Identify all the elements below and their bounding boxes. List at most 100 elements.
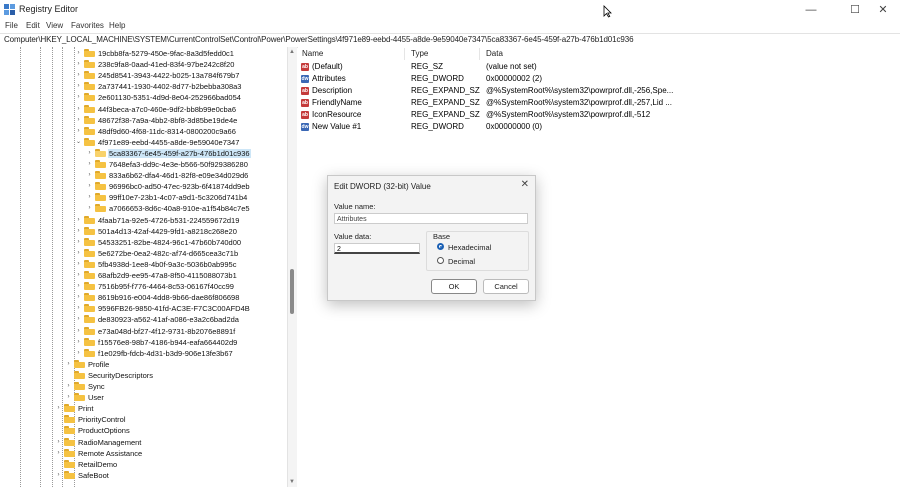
tree-item[interactable]: › 2e601130-5351-4d9d-8e04-252966bad054 — [0, 92, 287, 103]
tree-item-label[interactable]: 8619b916-e004-4dd8-9b66-dae86f806698 — [97, 293, 240, 302]
tree-item[interactable]: › 5fb4938d-1ee8-4b0f-9a3c-5036b0ab995c — [0, 259, 287, 270]
tree-item-label[interactable]: f1e029fb-fdcb-4d31-b3d9-906e13fe3b67 — [97, 349, 234, 358]
tree-item[interactable]: › 8619b916-e004-4dd8-9b66-dae86f806698 — [0, 292, 287, 303]
tree-item-label[interactable]: 833a6b62-dfa4-46d1-82f8-e09e34d029d6 — [108, 171, 249, 180]
chevron-right-icon[interactable]: › — [75, 316, 82, 323]
tree-item[interactable]: › de830923-a562-41af-a086-e3a2c6bad2da — [0, 314, 287, 325]
menu-favorites[interactable]: Favorites — [71, 21, 104, 30]
tree-item-label[interactable]: Profile — [87, 360, 110, 369]
tree-item[interactable]: › 245d8541-3943-4422-b025-13a784f679b7 — [0, 70, 287, 81]
chevron-right-icon[interactable]: › — [55, 472, 62, 479]
tree-item-label[interactable]: 501a4d13-42af-4429-9fd1-a8218c268e20 — [97, 227, 238, 236]
tree-item-label[interactable]: 44f3beca-a7c0-460e-9df2-bb8b99e0cba6 — [97, 105, 237, 114]
tree-item-label[interactable]: 2a737441-1930-4402-8d77-b2bebba308a3 — [97, 82, 242, 91]
column-separator[interactable] — [404, 48, 405, 60]
tree-item-label[interactable]: 5e6272be-0ea2-482c-af74-d665cea3c71b — [97, 249, 239, 258]
tree-item[interactable]: RetailDemo — [0, 459, 287, 470]
chevron-right-icon[interactable]: › — [75, 294, 82, 301]
tree-item-label[interactable]: SafeBoot — [77, 471, 110, 480]
chevron-right-icon[interactable]: › — [75, 250, 82, 257]
chevron-right-icon[interactable] — [55, 416, 62, 423]
chevron-right-icon[interactable]: › — [65, 361, 72, 368]
tree-item-label[interactable]: 7516b95f-f776-4464-8c53-06167f40cc99 — [97, 282, 235, 291]
chevron-right-icon[interactable]: › — [75, 239, 82, 246]
chevron-right-icon[interactable] — [55, 461, 62, 468]
tree-item[interactable]: › 19cbb8fa-5279-450e-9fac-8a3d5fedd0c1 — [0, 48, 287, 59]
tree-item-label[interactable]: a7066653-8d6c-40a8-910e-a1f54b84c7e5 — [108, 204, 251, 213]
tree-item[interactable]: › Sync — [0, 381, 287, 392]
tree-item-label[interactable]: 245d8541-3943-4422-b025-13a784f679b7 — [97, 71, 240, 80]
tree-item[interactable]: › a7066653-8d6c-40a8-910e-a1f54b84c7e5 — [0, 203, 287, 214]
chevron-right-icon[interactable]: › — [75, 350, 82, 357]
close-button[interactable]: ✕ — [866, 0, 900, 19]
tree-item-label[interactable]: RetailDemo — [77, 460, 118, 469]
menu-help[interactable]: Help — [109, 21, 125, 30]
chevron-right-icon[interactable]: › — [86, 183, 93, 190]
chevron-right-icon[interactable] — [65, 372, 72, 379]
tree-item-label[interactable]: PriorityControl — [77, 415, 127, 424]
tree-item-label[interactable]: Sync — [87, 382, 106, 391]
tree-item-label[interactable]: 9596FB26-9850-41fd-AC3E-F7C3C00AFD4B — [97, 304, 251, 313]
tree-item-label[interactable]: 54533251-82be-4824-96c1-47b60b740d00 — [97, 238, 242, 247]
column-separator[interactable] — [479, 48, 480, 60]
tree-item-label[interactable]: 48672f38-7a9a-4bb2-8bf8-3d85be19de4e — [97, 116, 238, 125]
chevron-right-icon[interactable]: › — [86, 150, 93, 157]
tree-item[interactable]: › Print — [0, 403, 287, 414]
tree-item[interactable]: › 7648efa3-dd9c-4e3e-b566-50f929386280 — [0, 159, 287, 170]
chevron-right-icon[interactable]: › — [75, 128, 82, 135]
chevron-right-icon[interactable]: › — [75, 339, 82, 346]
hexadecimal-radio[interactable] — [437, 243, 444, 250]
chevron-right-icon[interactable]: › — [75, 94, 82, 101]
value-name-field[interactable]: Attributes — [334, 213, 528, 224]
tree-item-label[interactable]: 99ff10e7-23b1-4c07-a9d1-5c3206d741b4 — [108, 193, 248, 202]
minimize-button[interactable]: — — [794, 0, 828, 19]
tree-item[interactable]: › f15576e8-98b7-4186-b944-eafa664402d9 — [0, 337, 287, 348]
decimal-label[interactable]: Decimal — [448, 257, 475, 266]
decimal-radio[interactable] — [437, 257, 444, 264]
chevron-right-icon[interactable]: › — [86, 205, 93, 212]
chevron-right-icon[interactable]: › — [75, 228, 82, 235]
tree-item[interactable]: › 48df9d60-4f68-11dc-8314-0800200c9a66 — [0, 126, 287, 137]
tree-item[interactable]: › 7516b95f-f776-4464-8c53-06167f40cc99 — [0, 281, 287, 292]
value-row[interactable]: ab FriendlyName REG_EXPAND_SZ @%SystemRoot%… — [298, 97, 900, 109]
tree-item[interactable]: › User — [0, 392, 287, 403]
tree-item[interactable]: › 9596FB26-9850-41fd-AC3E-F7C3C00AFD4B — [0, 303, 287, 314]
tree-item-label[interactable]: 48df9d60-4f68-11dc-8314-0800200c9a66 — [97, 127, 237, 136]
column-header-type[interactable]: Type — [411, 49, 428, 58]
address-path[interactable]: Computer\HKEY_LOCAL_MACHINE\SYSTEM\Curre… — [4, 35, 634, 44]
tree-item[interactable]: › f1e029fb-fdcb-4d31-b3d9-906e13fe3b67 — [0, 348, 287, 359]
chevron-right-icon[interactable]: › — [65, 383, 72, 390]
tree-item[interactable]: › 99ff10e7-23b1-4c07-a9d1-5c3206d741b4 — [0, 192, 287, 203]
tree-item[interactable]: › 2a737441-1930-4402-8d77-b2bebba308a3 — [0, 81, 287, 92]
tree-item[interactable]: › e73a048d-bf27-4f12-9731-8b2076e8891f — [0, 326, 287, 337]
menu-file[interactable]: File — [5, 21, 18, 30]
tree-item[interactable]: › 96996bc0-ad50-47ec-923b-6f41874dd9eb — [0, 181, 287, 192]
chevron-right-icon[interactable]: › — [75, 272, 82, 279]
chevron-right-icon[interactable]: › — [75, 328, 82, 335]
chevron-right-icon[interactable]: › — [75, 261, 82, 268]
tree-item[interactable]: › Remote Assistance — [0, 448, 287, 459]
tree-item[interactable]: › 5e6272be-0ea2-482c-af74-d665cea3c71b — [0, 248, 287, 259]
tree-item[interactable]: › 5ca83367-6e45-459f-a27b-476b1d01c936 — [0, 148, 287, 159]
chevron-right-icon[interactable]: › — [75, 217, 82, 224]
tree-item-label[interactable]: Remote Assistance — [77, 449, 143, 458]
tree-item-label[interactable]: RadioManagement — [77, 438, 142, 447]
tree-item[interactable]: › RadioManagement — [0, 437, 287, 448]
tree-item-label[interactable]: 2e601130-5351-4d9d-8e04-252966bad054 — [97, 93, 242, 102]
value-row[interactable]: ab Description REG_EXPAND_SZ @%SystemRoot%\… — [298, 85, 900, 97]
value-row[interactable]: ab IconResource REG_EXPAND_SZ @%SystemRoot%… — [298, 109, 900, 121]
tree-item[interactable]: › 44f3beca-a7c0-460e-9df2-bb8b99e0cba6 — [0, 104, 287, 115]
address-bar[interactable]: Computer\HKEY_LOCAL_MACHINE\SYSTEM\Curre… — [0, 33, 900, 48]
tree-item-label[interactable]: de830923-a562-41af-a086-e3a2c6bad2da — [97, 315, 240, 324]
tree-item-label[interactable]: User — [87, 393, 105, 402]
chevron-right-icon[interactable]: › — [55, 450, 62, 457]
ok-button[interactable]: OK — [431, 279, 477, 294]
tree-item-label[interactable]: 96996bc0-ad50-47ec-923b-6f41874dd9eb — [108, 182, 251, 191]
chevron-right-icon[interactable]: › — [86, 172, 93, 179]
chevron-right-icon[interactable] — [55, 427, 62, 434]
column-header-name[interactable]: Name — [302, 49, 323, 58]
tree-item[interactable]: › SafeBoot — [0, 470, 287, 481]
chevron-right-icon[interactable]: › — [86, 161, 93, 168]
tree-item-label[interactable]: SecurityDescriptors — [87, 371, 154, 380]
chevron-right-icon[interactable]: › — [75, 72, 82, 79]
